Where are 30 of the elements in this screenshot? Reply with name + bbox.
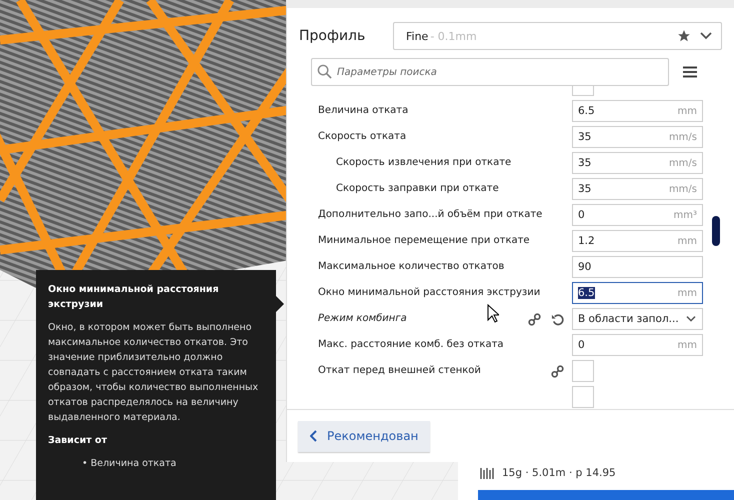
setting-label: Окно минимальной расстояния экструзии — [318, 286, 540, 300]
number-field[interactable]: 6.5 mm — [572, 100, 703, 122]
setting-label: Скорость отката — [318, 130, 406, 144]
setting-label: Дополнительно запо...й объём при откате — [318, 208, 542, 222]
setting-label: Величина отката — [318, 104, 408, 118]
setting-label: Скорость заправки при откате — [336, 182, 499, 196]
setting-label: Минимальное перемещение при откате — [318, 234, 530, 248]
number-field[interactable]: 35 mm/s — [572, 178, 703, 200]
setting-label: Макс. расстояние комб. без отката — [318, 338, 504, 352]
number-field[interactable]: 90 — [572, 256, 703, 278]
setting-label: Режим комбинга — [318, 312, 407, 326]
number-field[interactable]: 35 mm/s — [572, 152, 703, 174]
print-estimate: 15g · 5.01m · р 14.95 — [502, 467, 616, 479]
setting-label: Максимальное количество откатов — [318, 260, 504, 274]
combing-dropdown[interactable]: В области запол... — [572, 308, 703, 330]
tooltip-text: Окно, в котором может быть выполнено максимальное количество откатов. Это значение приблизительно должно совпадать с расстоянием отката таким образом, чтобы количество выполненных откатов распределялось на величину выдавленного материала. — [48, 321, 260, 425]
tooltip-title: Окно минимальной расстояния экструзии — [48, 283, 220, 312]
number-field[interactable]: 0 mm — [572, 334, 703, 356]
number-field[interactable]: 6.5 mm — [572, 282, 703, 304]
profile-label: Профиль — [299, 28, 366, 44]
number-field[interactable]: 0 mm³ — [572, 204, 703, 226]
profile-dropdown[interactable]: Fine - 0.1mm — [393, 22, 722, 50]
number-field[interactable]: 35 mm/s — [572, 126, 703, 148]
setting-label: Откат перед внешней стенкой — [318, 364, 481, 378]
setting-label: Скорость извлечения при откате — [336, 156, 512, 170]
dependency-item: • Величина отката — [82, 457, 178, 471]
search-field[interactable]: Параметры поиска — [311, 58, 669, 86]
depends-heading: Зависит от — [48, 434, 108, 448]
number-field[interactable]: 1.2 mm — [572, 230, 703, 252]
recommended-button[interactable]: Рекомендован — [298, 420, 430, 452]
